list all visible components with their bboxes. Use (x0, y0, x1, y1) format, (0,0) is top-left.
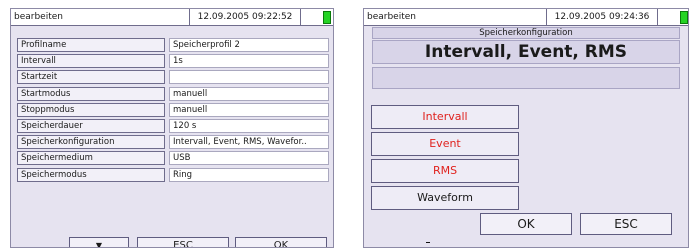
mode-label: bearbeiten (367, 12, 416, 22)
row-label-intervall[interactable]: Intervall (17, 54, 165, 69)
option-waveform-button[interactable]: Waveform (371, 186, 519, 210)
datetime-display: 12.09.2005 09:24:36 (546, 9, 658, 25)
arrow-down-icon: ▼ (95, 241, 103, 248)
row-value-stoppmodus: manuell (169, 102, 329, 117)
datetime-display: 12.09.2005 09:22:52 (189, 9, 301, 25)
row-value-speichermodus: Ring (169, 167, 329, 182)
mode-label: bearbeiten (14, 12, 63, 22)
dialog-subtitle: Speicherkonfiguration (372, 27, 680, 39)
esc-button[interactable]: ESC (137, 237, 229, 247)
option-intervall-button[interactable]: Intervall (371, 105, 519, 129)
row-value-startmodus: manuell (169, 86, 329, 101)
row-label-speicherdauer[interactable]: Speicherdauer (17, 118, 165, 133)
row-label-speicherkonfiguration[interactable]: Speicherkonfiguration (17, 135, 165, 150)
right-screen: bearbeiten 12.09.2005 09:24:36 Speicherk… (363, 8, 689, 248)
table-row: Profilname Speicherprofil 2 (17, 38, 329, 52)
row-label-profilname[interactable]: Profilname (17, 38, 165, 52)
settings-table: Profilname Speicherprofil 2 Intervall 1s… (17, 38, 329, 184)
scroll-down-button[interactable]: ▼ (69, 237, 129, 248)
option-event-button[interactable]: Event (371, 132, 519, 156)
ok-button[interactable]: OK (480, 213, 572, 235)
esc-button[interactable]: ESC (580, 213, 672, 235)
table-row: Startmodus manuell (17, 86, 329, 101)
row-label-speichermodus[interactable]: Speichermodus (17, 167, 165, 182)
table-row: Startzeit (17, 70, 329, 85)
battery-icon (680, 11, 688, 24)
table-row: Speichermedium USB (17, 151, 329, 166)
empty-info-bar (372, 67, 680, 89)
left-screen: bearbeiten 12.09.2005 09:22:52 Profilnam… (10, 8, 334, 248)
row-label-speichermedium[interactable]: Speichermedium (17, 151, 165, 166)
table-row: Speicherdauer 120 s (17, 118, 329, 133)
option-rms-button[interactable]: RMS (371, 159, 519, 183)
row-value-profilname: Speicherprofil 2 (169, 38, 329, 52)
battery-icon (323, 11, 331, 24)
row-value-speichermedium: USB (169, 151, 329, 166)
row-label-startzeit[interactable]: Startzeit (17, 70, 165, 85)
pointer-cursor-icon (426, 242, 430, 243)
ok-button[interactable]: OK (235, 237, 327, 247)
dialog-heading: Intervall, Event, RMS (372, 40, 680, 64)
table-row: Speichermodus Ring (17, 167, 329, 182)
table-row: Speicherkonfiguration Intervall, Event, … (17, 135, 329, 150)
row-label-startmodus[interactable]: Startmodus (17, 86, 165, 101)
table-row: Stoppmodus manuell (17, 102, 329, 117)
title-bar: bearbeiten 12.09.2005 09:22:52 (11, 9, 333, 26)
row-value-intervall: 1s (169, 54, 329, 69)
title-bar: bearbeiten 12.09.2005 09:24:36 (364, 9, 688, 26)
table-row: Intervall 1s (17, 54, 329, 69)
row-value-speicherdauer: 120 s (169, 118, 329, 133)
row-value-startzeit (169, 70, 329, 85)
row-label-stoppmodus[interactable]: Stoppmodus (17, 102, 165, 117)
row-value-speicherkonfiguration: Intervall, Event, RMS, Wavefor.. (169, 135, 329, 150)
